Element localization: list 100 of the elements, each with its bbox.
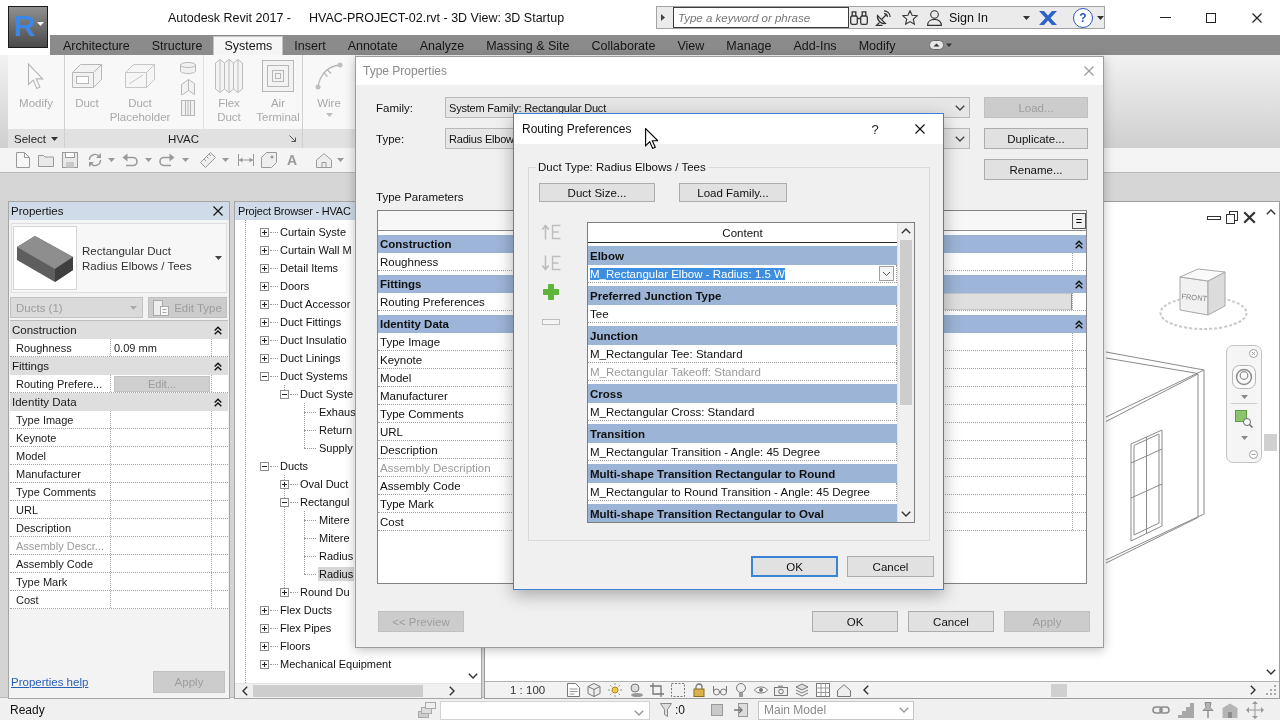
crop-icon[interactable]: [650, 683, 665, 697]
expand-box-icon[interactable]: [260, 281, 269, 291]
ribbon-toggle-icon[interactable]: [929, 40, 953, 50]
arrow-box-icon[interactable]: [734, 703, 748, 717]
link-icon[interactable]: [1152, 706, 1170, 714]
ribbon-tab[interactable]: Add-Ins: [782, 36, 848, 55]
tree-item[interactable]: Mitere: [318, 513, 351, 527]
fitting-entry[interactable]: M_Rectangular to Round Transition - Angle: 45 Degree: [590, 485, 870, 498]
tree-item[interactable]: Flex Ducts: [279, 603, 333, 617]
tree-item[interactable]: Radius: [318, 567, 355, 581]
dimension-icon[interactable]: [238, 154, 254, 166]
tree-item[interactable]: Duct Systems: [279, 369, 349, 383]
expand-box-icon[interactable]: [260, 227, 269, 237]
dialog-button[interactable]: OK: [812, 611, 898, 632]
collapse-icon[interactable]: [1075, 239, 1083, 249]
panel-menu-button[interactable]: Select: [14, 132, 58, 145]
sign-in-button[interactable]: Sign In: [926, 7, 1032, 28]
search-field[interactable]: Type a keyword or phrase: [673, 7, 849, 28]
ribbon-tab[interactable]: Insert: [283, 36, 337, 55]
x-logo-icon[interactable]: [1039, 10, 1057, 25]
tree-item[interactable]: Ducts: [279, 459, 310, 473]
expand-box-icon[interactable]: [260, 263, 269, 273]
ribbon-tab[interactable]: Modify: [847, 36, 907, 55]
collapse-icon[interactable]: [1075, 279, 1083, 289]
expand-box-icon[interactable]: [280, 587, 289, 597]
scroll-down-icon[interactable]: [901, 511, 911, 517]
scrollbar-thumb[interactable]: [900, 240, 912, 405]
new-file-icon[interactable]: [16, 152, 30, 168]
lightbulb-icon[interactable]: [736, 683, 747, 697]
tree-item[interactable]: Duct Syste: [299, 387, 355, 401]
fitting-entry[interactable]: M_Rectangular Tee: Standard: [590, 347, 743, 360]
tree-item[interactable]: Mitere: [318, 531, 351, 545]
scroll-left-icon[interactable]: [863, 685, 869, 695]
scroll-up-icon[interactable]: [901, 228, 911, 234]
scroll-right-icon[interactable]: [1250, 685, 1256, 695]
camera-icon[interactable]: [774, 684, 789, 696]
expand-icon[interactable]: [661, 14, 665, 21]
expand-box-icon[interactable]: [260, 335, 269, 345]
folder-icon[interactable]: [38, 153, 54, 167]
scroll-down-icon[interactable]: [467, 673, 478, 679]
collapse-box-icon[interactable]: [260, 461, 269, 471]
help-button[interactable]: ?: [1073, 7, 1093, 28]
ribbon-tab[interactable]: Analyze: [408, 36, 476, 55]
scroll-right-icon[interactable]: [449, 686, 455, 696]
expand-box-icon[interactable]: [280, 479, 289, 489]
tree-item[interactable]: Round Du: [299, 585, 351, 599]
tag-icon[interactable]: [261, 152, 277, 168]
tree-item[interactable]: Return: [318, 423, 354, 437]
collapse-icon[interactable]: [1075, 319, 1083, 329]
ribbon-tab[interactable]: Massing & Site: [475, 36, 581, 55]
dialog-button[interactable]: Cancel: [847, 556, 934, 577]
scroll-down-icon[interactable]: [1265, 669, 1276, 675]
tree-item[interactable]: Mechanical Equipment: [279, 657, 393, 671]
collapse-box-icon[interactable]: [280, 389, 289, 399]
caret-icon[interactable]: [1097, 15, 1104, 20]
sun-icon[interactable]: [608, 683, 623, 697]
view-minimize-icon[interactable]: [1207, 215, 1221, 220]
stacked-sheets-icon[interactable]: [418, 702, 436, 718]
fitting-entry[interactable]: M_Rectangular Cross: Standard: [590, 405, 755, 418]
zoom-icon[interactable]: [1235, 410, 1253, 428]
save-icon[interactable]: [62, 152, 78, 168]
expand-box-icon[interactable]: [260, 659, 269, 669]
tree-item[interactable]: Curtain Syste: [279, 225, 348, 239]
dialog-button[interactable]: Duct Size...: [539, 183, 655, 202]
ruler-icon[interactable]: [200, 152, 216, 168]
undo-icon[interactable]: [122, 153, 138, 167]
dialog-button[interactable]: Rename...: [984, 159, 1088, 180]
move-icon[interactable]: [1246, 701, 1264, 719]
ribbon-tab[interactable]: Architecture: [52, 36, 141, 55]
pushpin-icon[interactable]: [1202, 702, 1214, 718]
collapse-icon[interactable]: [214, 325, 222, 335]
expand-box-icon[interactable]: [260, 245, 269, 255]
padlock-icon[interactable]: [692, 683, 707, 697]
scroll-left-icon[interactable]: [242, 686, 248, 696]
dialog-button[interactable]: Load Family...: [679, 183, 787, 202]
type-selector[interactable]: Rectangular Duct Radius Elbows / Tees: [11, 223, 227, 293]
stairs-icon[interactable]: [1178, 702, 1194, 718]
scroll-up-icon[interactable]: [1265, 209, 1276, 215]
ribbon-tab[interactable]: View: [666, 36, 716, 55]
scrollbar-thumb[interactable]: [1264, 433, 1277, 451]
tree-item[interactable]: Supply: [318, 441, 354, 455]
ribbon-tab[interactable]: Structure: [140, 36, 214, 55]
dashed-square-icon[interactable]: [671, 683, 686, 697]
add-icon[interactable]: [543, 284, 559, 300]
tree-item[interactable]: Duct Fittings: [279, 315, 343, 329]
ribbon-tab[interactable]: Manage: [715, 36, 783, 55]
layers-icon[interactable]: [795, 683, 810, 697]
collapse-box-icon[interactable]: [260, 371, 269, 381]
tree-item[interactable]: Floors: [279, 639, 312, 653]
dialog-launcher-icon[interactable]: [289, 135, 296, 142]
expand-box-icon[interactable]: [260, 299, 269, 309]
dialog-button[interactable]: Duplicate...: [984, 128, 1088, 149]
dialog-button[interactable]: OK: [751, 556, 838, 577]
view-close-icon[interactable]: [1243, 211, 1256, 224]
expand-box-icon[interactable]: [260, 317, 269, 327]
shadow-icon[interactable]: [629, 683, 644, 697]
filter-icon[interactable]: [660, 703, 672, 717]
glasses-icon[interactable]: [713, 684, 728, 696]
tree-item[interactable]: Rectangul: [299, 495, 351, 509]
expand-box-icon[interactable]: [260, 641, 269, 651]
